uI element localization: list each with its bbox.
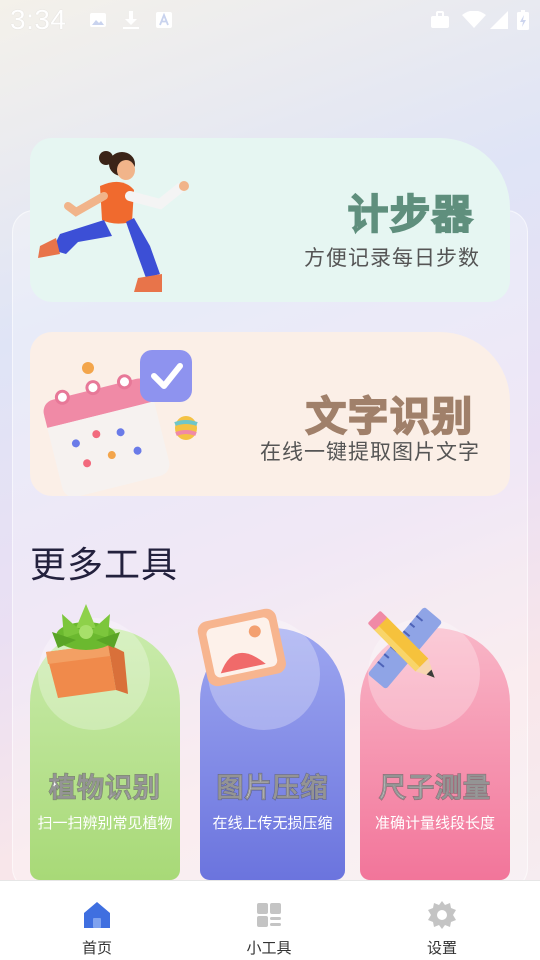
calendar-check-illustration [43,350,198,496]
image-compression-card[interactable]: 图片压缩 在线上传无损压缩 [197,608,345,880]
download-icon [121,10,141,30]
text-a-icon [154,10,174,30]
wifi-icon [462,10,486,30]
running-woman-illustration [38,151,189,292]
signal-icon [489,10,509,30]
card-title: 文字识别 [305,393,474,441]
tool-name: 植物识别 [49,773,161,805]
tool-desc: 准确计量线段长度 [374,814,495,832]
gear-icon [428,901,456,929]
grid-icon [257,903,281,927]
pencil-ruler-icon [368,607,442,689]
card-subtitle: 在线一键提取图片文字 [260,440,480,464]
tool-desc: 扫一扫辨别常见植物 [37,814,173,832]
nav-label: 设置 [426,939,457,957]
image-icon [88,10,108,30]
tool-name: 图片压缩 [216,773,329,805]
nav-label: 小工具 [246,939,292,957]
bottom-nav: 首页 小工具 设置 [0,880,540,960]
nav-settings[interactable]: 设置 [382,881,502,960]
card-title: 计步器 [347,191,474,239]
potted-plant-icon [46,604,128,698]
text-recognition-card[interactable]: 文字识别 在线一键提取图片文字 [30,332,510,496]
tool-desc: 在线上传无损压缩 [212,814,333,832]
plant-recognition-card[interactable]: 植物识别 扫一扫辨别常见植物 [30,604,180,880]
card-subtitle: 方便记录每日步数 [304,246,480,270]
tool-name: 尺子测量 [379,773,491,805]
nav-tools[interactable]: 小工具 [209,881,329,960]
status-time: 3:34 [10,4,67,35]
more-tools-heading: 更多工具 [30,545,179,586]
picture-frame-icon [197,608,286,687]
step-counter-card[interactable]: 计步器 方便记录每日步数 [30,138,510,302]
home-icon [84,902,110,928]
nav-home[interactable]: 首页 [37,881,157,960]
status-bar: 3:34 [0,0,540,44]
battery-charging-icon [516,10,530,30]
nav-label: 首页 [81,939,112,957]
ruler-measurement-card[interactable]: 尺子测量 准确计量线段长度 [360,607,510,880]
briefcase-icon [430,10,450,30]
